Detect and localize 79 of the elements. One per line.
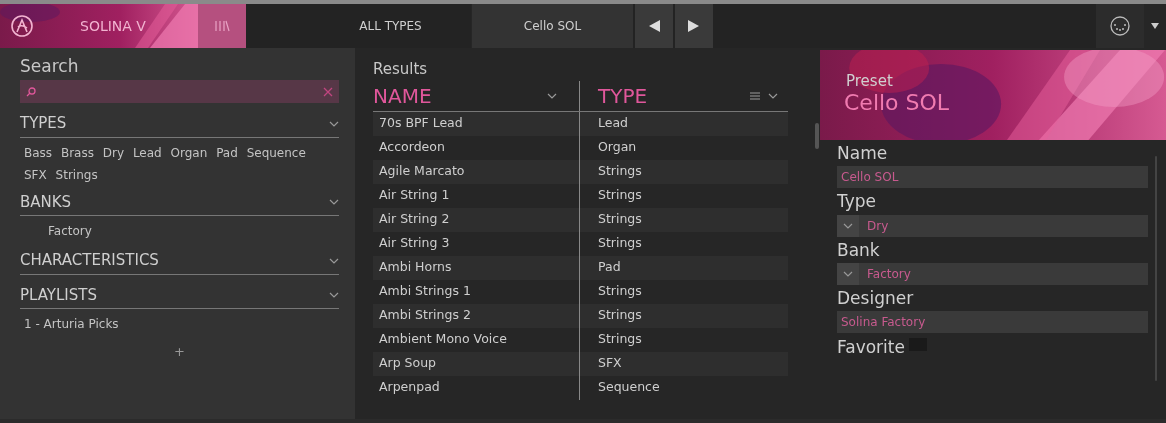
- column-header[interactable]: NAME: [373, 80, 580, 111]
- chevron-icon[interactable]: [843, 222, 853, 229]
- table-cell[interactable]: Ambi Strings 1: [373, 279, 580, 304]
- field-label: Bank: [836, 239, 881, 261]
- section-title: TYPES: [20, 113, 67, 135]
- field-label: Type: [836, 191, 878, 213]
- chevron-icon[interactable]: [329, 292, 339, 299]
- table-cell[interactable]: Agile Marcato: [373, 159, 580, 184]
- table-cell[interactable]: Accordeon: [373, 135, 580, 160]
- table-cell[interactable]: Sequence: [580, 378, 660, 397]
- type-tag[interactable]: Strings: [55, 167, 98, 182]
- table-cell[interactable]: 70s BPF Lead: [373, 111, 580, 136]
- section-title: PLAYLISTS: [20, 284, 97, 306]
- table-cell[interactable]: Strings: [580, 162, 642, 181]
- chevron-icon[interactable]: [329, 199, 339, 206]
- field-label: Favorite: [836, 339, 905, 356]
- section-header[interactable]: PLAYLISTS: [20, 280, 339, 310]
- panel-title: Preset: [845, 71, 894, 90]
- type-tag[interactable]: Pad: [216, 145, 238, 160]
- chevron-icon[interactable]: [329, 257, 339, 264]
- next-icon: [687, 19, 701, 33]
- table-cell[interactable]: Air String 2: [373, 207, 580, 232]
- search-icon: [26, 86, 36, 97]
- section-title: CHARACTERISTICS: [20, 250, 159, 272]
- scrollbar[interactable]: [815, 123, 819, 149]
- section-title: BANKS: [20, 191, 72, 213]
- midi-icon: [1109, 15, 1131, 37]
- field-label: Name: [836, 143, 889, 165]
- table-cell[interactable]: Strings: [580, 306, 642, 325]
- chevron-icon[interactable]: [843, 270, 853, 277]
- table-cell[interactable]: Strings: [580, 234, 642, 253]
- caret-icon: [1151, 23, 1159, 29]
- type-tag[interactable]: Bass: [24, 145, 53, 160]
- type-tag[interactable]: SFX: [24, 167, 47, 182]
- type-filter-button[interactable]: ALL TYPES: [246, 4, 471, 48]
- table-cell[interactable]: Strings: [580, 330, 642, 349]
- bank-item[interactable]: Factory: [20, 216, 339, 247]
- table-cell[interactable]: Arpenpad: [373, 375, 580, 400]
- table-cell[interactable]: Lead: [580, 114, 629, 133]
- preset-name-button[interactable]: Cello SOL: [471, 4, 633, 48]
- column-header[interactable]: TYPE: [580, 80, 788, 111]
- product-name: SOLINA V: [80, 16, 146, 36]
- table-cell[interactable]: Strings: [580, 282, 642, 301]
- next-button[interactable]: [675, 4, 713, 48]
- type-tag[interactable]: Sequence: [246, 145, 306, 160]
- search-field[interactable]: [20, 80, 339, 104]
- panel-title: Search: [20, 56, 80, 77]
- section-header[interactable]: TYPES: [20, 109, 339, 138]
- table-cell[interactable]: Ambi Horns: [373, 255, 580, 280]
- table-cell[interactable]: Air String 3: [373, 231, 580, 256]
- type-tag[interactable]: Lead: [132, 145, 162, 160]
- table-cell[interactable]: Air String 1: [373, 183, 580, 208]
- table-cell[interactable]: SFX: [580, 354, 622, 373]
- logo-icon[interactable]: [10, 14, 34, 38]
- list-icon[interactable]: [750, 91, 760, 100]
- section-header[interactable]: BANKS: [20, 187, 339, 217]
- table-cell[interactable]: Arp Soup: [373, 351, 580, 376]
- library-icon: [214, 20, 230, 32]
- table-cell[interactable]: Strings: [580, 210, 642, 229]
- section-header[interactable]: CHARACTERISTICS: [20, 246, 339, 275]
- type-tag[interactable]: Brass: [60, 145, 94, 160]
- previous-button[interactable]: [635, 4, 673, 48]
- table-cell[interactable]: Organ: [580, 138, 637, 157]
- previous-icon: [647, 19, 661, 33]
- panel-title: Results: [373, 59, 429, 80]
- table-cell[interactable]: Strings: [580, 186, 642, 205]
- chevron-icon[interactable]: [768, 92, 778, 99]
- playlist-item[interactable]: 1 - Arturia Picks: [20, 309, 339, 340]
- type-tag[interactable]: Organ: [170, 145, 208, 160]
- preset-title: Cello SOL: [843, 90, 951, 117]
- add-playlist-button[interactable]: +: [168, 341, 191, 363]
- chevron-icon[interactable]: [547, 92, 557, 99]
- table-cell[interactable]: Ambi Strings 2: [373, 303, 580, 328]
- table-cell[interactable]: Pad: [580, 258, 621, 277]
- field-label: Designer: [836, 287, 915, 309]
- midi-button[interactable]: [1096, 4, 1144, 48]
- chevron-icon[interactable]: [329, 120, 339, 127]
- table-cell[interactable]: Ambient Mono Voice: [373, 327, 580, 352]
- type-tag[interactable]: Dry: [102, 145, 125, 160]
